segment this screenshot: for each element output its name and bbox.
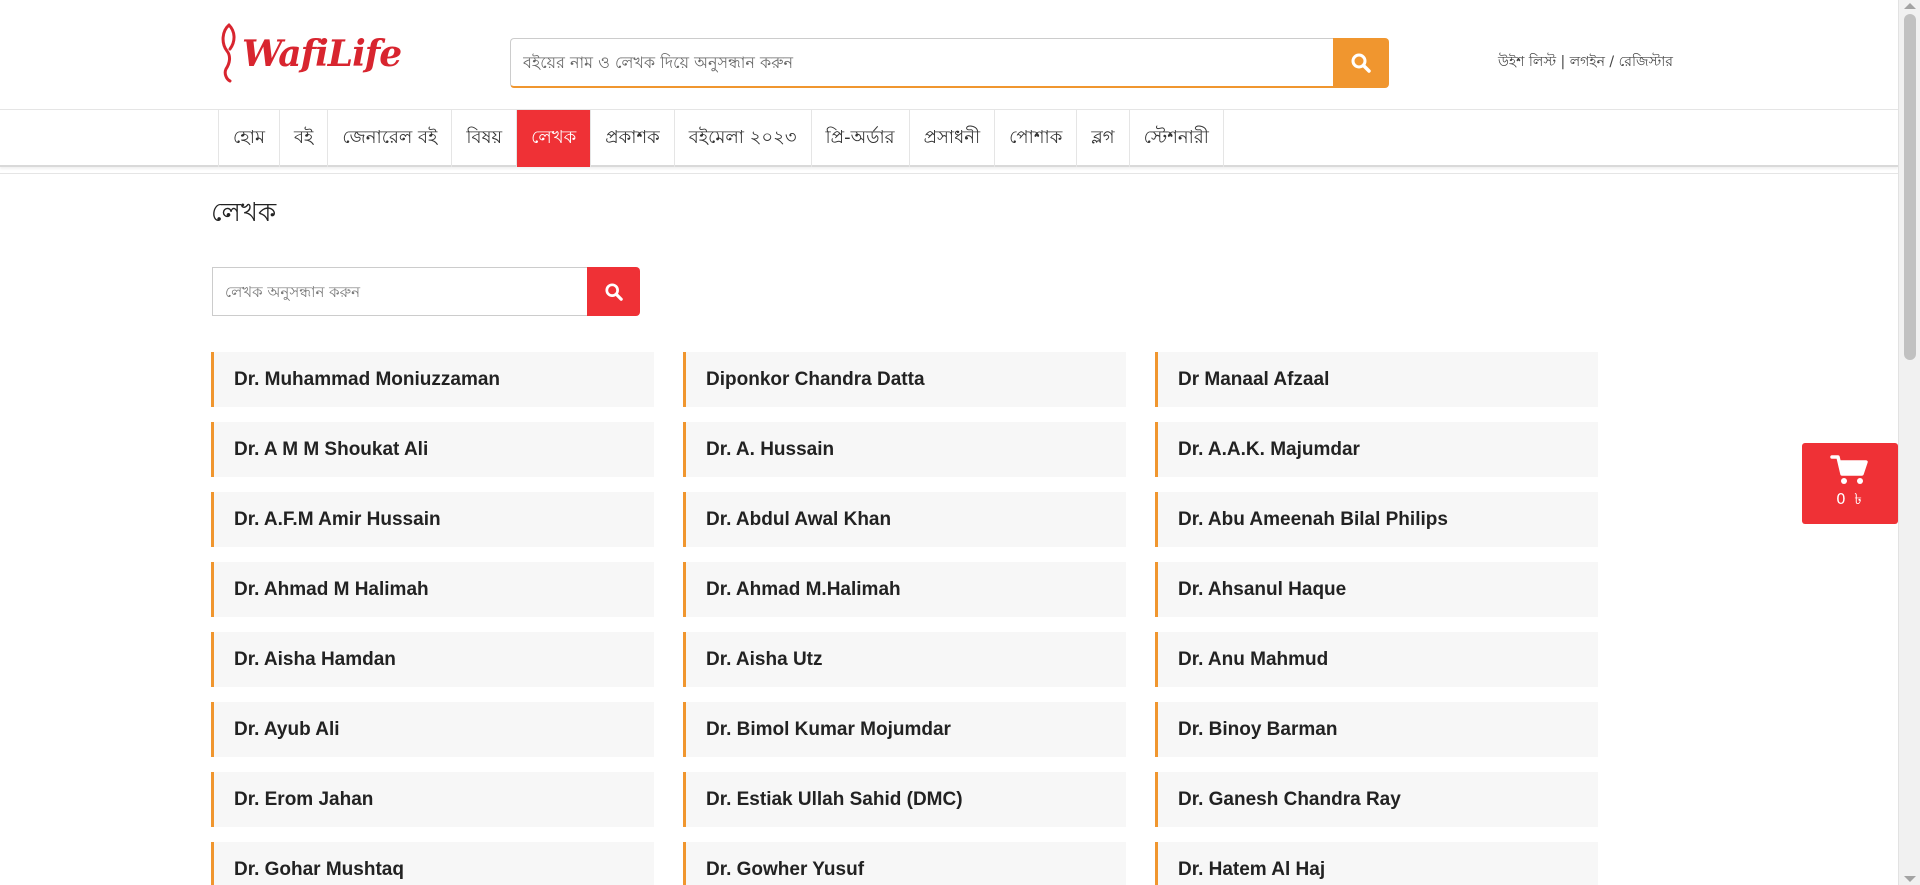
author-card[interactable]: Dr. Abdul Awal Khan <box>683 492 1126 547</box>
author-card[interactable]: Dr. Erom Jahan <box>211 772 654 827</box>
nav-item-stationery[interactable]: স্টেশনারী <box>1130 110 1224 167</box>
nav-item-subjects[interactable]: বিষয় <box>452 110 518 167</box>
search-button[interactable] <box>1333 38 1389 88</box>
login-link[interactable]: লগইন <box>1570 54 1605 70</box>
author-card[interactable]: Dr. Ahmad M.Halimah <box>683 562 1126 617</box>
nav-item-general-books[interactable]: জেনারেল বই <box>328 110 453 167</box>
wishlist-link[interactable]: উইশ লিস্ট <box>1498 54 1556 70</box>
cart-icon <box>1830 455 1868 484</box>
scroll-up-arrow-icon[interactable] <box>1904 3 1916 9</box>
nav-item-clothing[interactable]: পোশাক <box>995 110 1078 167</box>
author-card[interactable]: Dr. Gowher Yusuf <box>683 842 1126 885</box>
author-search-input[interactable] <box>212 267 587 316</box>
author-card[interactable]: Dr. Binoy Barman <box>1155 702 1598 757</box>
author-card[interactable]: Dr. Bimol Kumar Mojumdar <box>683 702 1126 757</box>
author-card[interactable]: Dr. Hatem Al Haj <box>1155 842 1598 885</box>
author-card[interactable]: Dr. Muhammad Moniuzzaman <box>211 352 654 407</box>
divider <box>0 173 1898 174</box>
nav-item-home[interactable]: হোম <box>219 110 280 167</box>
logo-mark-icon <box>221 23 236 83</box>
author-card[interactable]: Diponkor Chandra Datta <box>683 352 1126 407</box>
author-card[interactable]: Dr. Aisha Utz <box>683 632 1126 687</box>
author-card[interactable]: Dr. Ahmad M Halimah <box>211 562 654 617</box>
author-card[interactable]: Dr Manaal Afzaal <box>1155 352 1598 407</box>
page-scrollbar[interactable] <box>1898 0 1920 885</box>
search-icon <box>1351 53 1371 73</box>
author-search <box>212 267 640 316</box>
scroll-down-arrow-icon[interactable] <box>1904 876 1916 882</box>
author-card[interactable]: Dr. Gohar Mushtaq <box>211 842 654 885</box>
nav-item-books[interactable]: বই <box>280 110 329 167</box>
author-card[interactable]: Dr. Ayub Ali <box>211 702 654 757</box>
author-search-button[interactable] <box>587 267 640 316</box>
author-card[interactable]: Dr. Estiak Ullah Sahid (DMC) <box>683 772 1126 827</box>
author-card[interactable]: Dr. Aisha Hamdan <box>211 632 654 687</box>
author-card[interactable]: Dr. Abu Ameenah Bilal Philips <box>1155 492 1598 547</box>
nav-list: হোম বই জেনারেল বই বিষয় লেখক প্রকাশক বইম… <box>218 110 1224 167</box>
search-icon <box>604 282 623 301</box>
author-card[interactable]: Dr. Ahsanul Haque <box>1155 562 1598 617</box>
register-link[interactable]: রেজিস্টার <box>1619 54 1673 70</box>
floating-cart-button[interactable]: 0 ৳ <box>1802 443 1898 524</box>
page-title: লেখক <box>211 198 277 228</box>
scrollbar-thumb[interactable] <box>1904 14 1916 360</box>
main-nav: হোম বই জেনারেল বই বিষয় লেখক প্রকাশক বইম… <box>0 109 1898 167</box>
link-slash: / <box>1604 54 1619 70</box>
logo-text: WafiLife <box>242 33 402 75</box>
nav-item-book-fair[interactable]: বইমেলা ২০২৩ <box>675 110 812 167</box>
site-header: WafiLife উইশ লিস্ট | লগইন / রেজিস্টার <box>0 0 1898 110</box>
author-card[interactable]: Dr. Ganesh Chandra Ray <box>1155 772 1598 827</box>
cart-total: 0 ৳ <box>1836 490 1864 508</box>
author-card[interactable]: Dr. A.F.M Amir Hussain <box>211 492 654 547</box>
author-card[interactable]: Dr. A.A.K. Majumdar <box>1155 422 1598 477</box>
nav-item-blog[interactable]: ব্লগ <box>1077 110 1130 167</box>
author-card[interactable]: Dr. A M M Shoukat Ali <box>211 422 654 477</box>
user-links: উইশ লিস্ট | লগইন / রেজিস্টার <box>1498 50 1673 74</box>
link-separator: | <box>1556 54 1570 70</box>
author-grid: Dr. Muhammad Moniuzzaman Diponkor Chandr… <box>211 352 1601 885</box>
search-input[interactable] <box>510 38 1333 88</box>
nav-item-publishers[interactable]: প্রকাশক <box>591 110 675 167</box>
site-search <box>510 38 1389 88</box>
author-card[interactable]: Dr. Anu Mahmud <box>1155 632 1598 687</box>
nav-item-pre-order[interactable]: প্রি-অর্ডার <box>812 110 910 167</box>
site-logo[interactable]: WafiLife <box>218 22 402 86</box>
nav-item-authors[interactable]: লেখক <box>517 110 592 167</box>
author-card[interactable]: Dr. A. Hussain <box>683 422 1126 477</box>
nav-item-cosmetics[interactable]: প্রসাধনী <box>910 110 996 167</box>
